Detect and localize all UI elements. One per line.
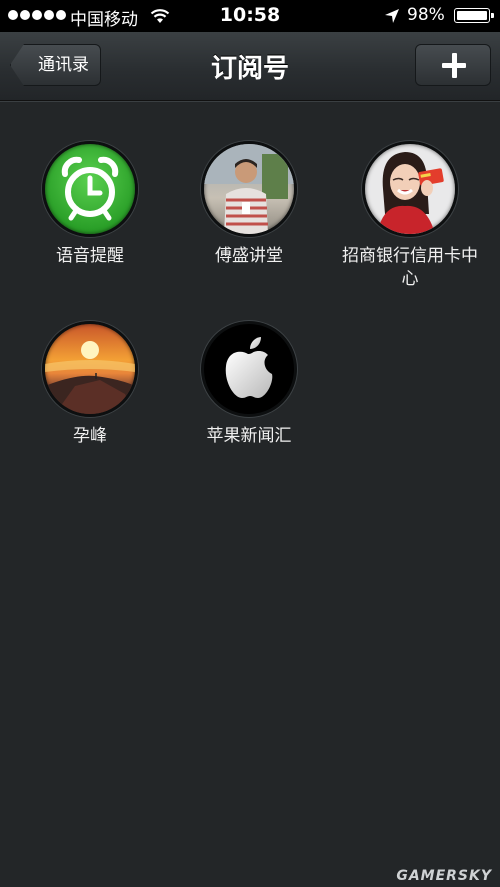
add-button[interactable] bbox=[415, 44, 491, 86]
woman-card-photo bbox=[362, 141, 458, 237]
sunset-mountain-photo bbox=[42, 321, 138, 417]
subscription-item[interactable]: 孕峰 bbox=[10, 321, 170, 448]
apple-logo-icon bbox=[201, 321, 297, 417]
subscription-name: 语音提醒 bbox=[56, 246, 124, 266]
subscription-name: 孕峰 bbox=[73, 426, 107, 446]
battery-icon bbox=[454, 8, 494, 23]
status-bar: 中国移动 10:58 98% bbox=[0, 0, 500, 32]
location-arrow-icon bbox=[385, 9, 399, 23]
subscription-name: 苹果新闻汇 bbox=[206, 426, 292, 446]
subscription-item[interactable]: 语音提醒 bbox=[10, 141, 170, 268]
alarm-clock-icon bbox=[42, 141, 138, 237]
subscription-item[interactable]: 傅盛讲堂 bbox=[169, 141, 329, 268]
battery-percent: 98% bbox=[407, 5, 445, 25]
subscription-item[interactable]: 招商银行信用卡中心 bbox=[330, 141, 490, 291]
subscription-name: 招商银行信用卡中心 bbox=[342, 246, 478, 289]
watermark: GAMERSKY bbox=[396, 868, 492, 884]
subscription-item[interactable]: 苹果新闻汇 bbox=[169, 321, 329, 448]
person-photo bbox=[201, 141, 297, 237]
subscription-name: 傅盛讲堂 bbox=[215, 246, 283, 266]
navigation-bar: 通讯录 订阅号 bbox=[0, 32, 500, 101]
